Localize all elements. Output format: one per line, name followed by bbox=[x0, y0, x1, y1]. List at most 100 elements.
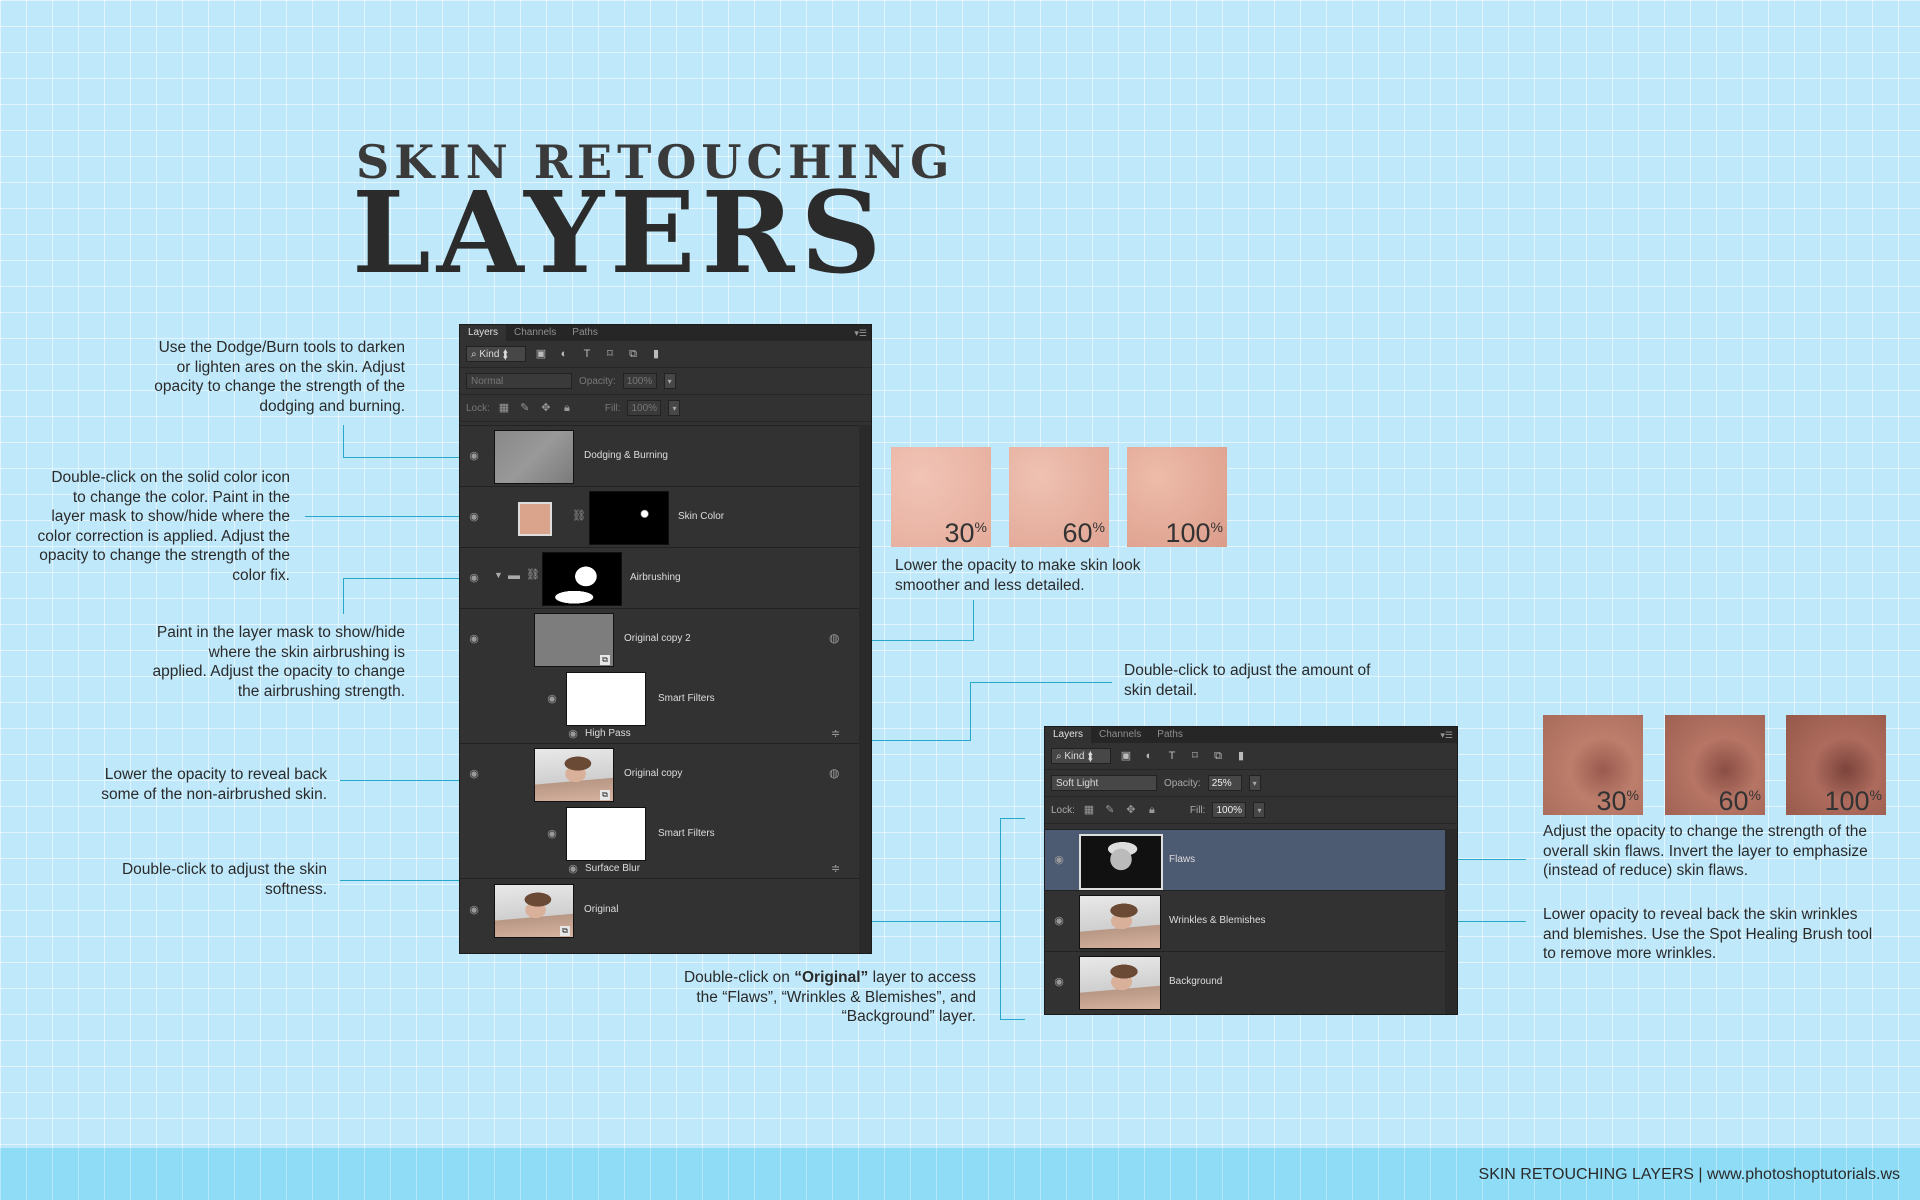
fill-dropdown-icon[interactable]: ▾ bbox=[1253, 802, 1266, 818]
filter-kind-select[interactable]: ⌕ Kind ⬍ bbox=[1051, 748, 1111, 764]
layer-flaws[interactable]: ◉ Flaws bbox=[1045, 829, 1445, 890]
layer-name: Airbrushing bbox=[630, 572, 681, 583]
fill-dropdown-icon[interactable]: ▾ bbox=[668, 400, 681, 416]
filter-toggle-icon[interactable]: ▮ bbox=[1233, 748, 1249, 764]
flaw-sample-100: 100% bbox=[1786, 715, 1886, 815]
fill-field[interactable]: 100% bbox=[627, 400, 662, 416]
tab-channels[interactable]: Channels bbox=[1091, 727, 1149, 743]
shape-filter-icon[interactable]: ⌑ bbox=[1187, 748, 1203, 764]
smart-filter-mask-thumbnail[interactable] bbox=[566, 672, 646, 726]
type-filter-icon[interactable]: T bbox=[579, 346, 595, 362]
eye-icon[interactable]: ◉ bbox=[467, 573, 481, 584]
annotation-original-prefix: Double-click on bbox=[683, 969, 795, 986]
type-filter-icon[interactable]: T bbox=[1164, 748, 1180, 764]
layer-mask-thumbnail[interactable] bbox=[589, 491, 669, 545]
eye-icon[interactable]: ◉ bbox=[545, 829, 559, 840]
annotation-airbrush: Paint in the layer mask to show/hide whe… bbox=[152, 624, 406, 700]
layer-original-copy-2[interactable]: ◉ ⧉ Original copy 2 ◍ bbox=[460, 608, 859, 669]
layer-list: ◉ Flaws ◉ Wrinkles & Blemishes ◉ Backgro… bbox=[1045, 829, 1457, 1014]
smart-filter-mask-icon[interactable]: ◍ bbox=[829, 766, 839, 780]
filter-toggle-icon[interactable]: ▮ bbox=[648, 346, 664, 362]
panel-menu-icon[interactable]: ▾☰ bbox=[1440, 730, 1453, 741]
layer-mask-thumbnail[interactable] bbox=[542, 552, 622, 606]
eye-icon[interactable]: ◉ bbox=[1052, 855, 1066, 866]
fill-label: Fill: bbox=[604, 402, 621, 414]
smart-object-filter-icon[interactable]: ⧉ bbox=[625, 346, 641, 362]
panel-menu-icon[interactable]: ▾☰ bbox=[854, 328, 867, 339]
adjustment-filter-icon[interactable]: ◐ bbox=[556, 346, 572, 362]
eye-icon[interactable]: ◉ bbox=[566, 729, 580, 740]
lock-transparent-icon[interactable]: ▦ bbox=[497, 401, 511, 415]
smart-filters-row[interactable]: ◉ Smart Filters ◉ Surface Blur ≑ bbox=[460, 804, 859, 877]
eye-icon[interactable]: ◉ bbox=[467, 512, 481, 523]
filter-toolbar: ⌕ Kind ⬍ ▣ ◐ T ⌑ ⧉ ▮ bbox=[460, 341, 871, 368]
layer-name: Original copy bbox=[624, 768, 683, 779]
blend-mode-select[interactable]: Soft Light bbox=[1051, 775, 1157, 791]
tab-paths[interactable]: Paths bbox=[564, 325, 606, 341]
lock-brush-icon[interactable]: ✎ bbox=[1103, 803, 1117, 817]
link-icon[interactable]: ⛓ bbox=[572, 509, 586, 523]
lock-transparent-icon[interactable]: ▦ bbox=[1082, 803, 1096, 817]
layer-group-airbrushing[interactable]: ◉ ▼ ▬ ⛓ Airbrushing bbox=[460, 547, 859, 608]
layer-list-scrollbar[interactable] bbox=[1445, 829, 1457, 1014]
blending-options-icon[interactable]: ≑ bbox=[831, 862, 840, 875]
opacity-field[interactable]: 25% bbox=[1207, 775, 1242, 791]
lock-all-icon[interactable]: 🔒︎ bbox=[1145, 803, 1159, 817]
smart-object-icon: ⧉ bbox=[600, 655, 610, 665]
tab-layers[interactable]: Layers bbox=[1045, 727, 1092, 743]
blending-options-icon[interactable]: ≑ bbox=[831, 727, 840, 740]
group-expand-icon[interactable]: ▼ bbox=[494, 570, 503, 580]
filter-kind-select[interactable]: ⌕ Kind ⬍ bbox=[466, 346, 526, 362]
layer-original-copy[interactable]: ◉ ⧉ Original copy ◍ bbox=[460, 743, 859, 804]
folder-icon: ▬ bbox=[508, 568, 520, 582]
eye-icon[interactable]: ◉ bbox=[467, 634, 481, 645]
link-icon[interactable]: ⛓ bbox=[526, 568, 540, 581]
leader-line bbox=[1000, 818, 1025, 819]
adjustment-filter-icon[interactable]: ◐ bbox=[1141, 748, 1157, 764]
eye-icon[interactable]: ◉ bbox=[467, 905, 481, 916]
annotation-skin-color: Double-click on the solid color icon to … bbox=[37, 469, 290, 584]
fill-field[interactable]: 100% bbox=[1212, 802, 1247, 818]
eye-icon[interactable]: ◉ bbox=[1052, 977, 1066, 988]
eye-icon[interactable]: ◉ bbox=[1052, 916, 1066, 927]
filter-high-pass[interactable]: High Pass bbox=[585, 728, 631, 739]
smart-filter-mask-icon[interactable]: ◍ bbox=[829, 631, 839, 645]
smart-filter-mask-thumbnail[interactable] bbox=[566, 807, 646, 861]
percent-label: 30% bbox=[1597, 788, 1640, 815]
leader-line bbox=[305, 516, 476, 517]
layer-skin-color[interactable]: ◉ ⛓ Skin Color bbox=[460, 486, 859, 547]
eye-icon[interactable]: ◉ bbox=[467, 451, 481, 462]
layer-name: Original bbox=[584, 904, 619, 915]
layer-background[interactable]: ◉ Background bbox=[1045, 951, 1445, 1012]
image-filter-icon[interactable]: ▣ bbox=[1118, 748, 1134, 764]
tab-channels[interactable]: Channels bbox=[506, 325, 564, 341]
lock-label: Lock: bbox=[1051, 804, 1075, 816]
solid-color-swatch[interactable] bbox=[518, 502, 552, 536]
layer-original[interactable]: ◉ ⧉ Original bbox=[460, 878, 859, 941]
blend-mode-select[interactable]: Normal bbox=[466, 373, 572, 389]
shape-filter-icon[interactable]: ⌑ bbox=[602, 346, 618, 362]
tab-paths[interactable]: Paths bbox=[1149, 727, 1191, 743]
percent-sign: % bbox=[1092, 519, 1105, 535]
opacity-dropdown-icon[interactable]: ▾ bbox=[663, 373, 676, 389]
lock-move-icon[interactable]: ✥ bbox=[1124, 803, 1138, 817]
lock-all-icon[interactable]: 🔒︎ bbox=[560, 401, 574, 415]
lock-move-icon[interactable]: ✥ bbox=[539, 401, 553, 415]
lock-brush-icon[interactable]: ✎ bbox=[518, 401, 532, 415]
eye-icon[interactable]: ◉ bbox=[467, 769, 481, 780]
tab-layers[interactable]: Layers bbox=[460, 325, 507, 341]
filter-toolbar: ⌕ Kind ⬍ ▣ ◐ T ⌑ ⧉ ▮ bbox=[1045, 743, 1457, 770]
eye-icon[interactable]: ◉ bbox=[545, 694, 559, 705]
image-filter-icon[interactable]: ▣ bbox=[533, 346, 549, 362]
eye-icon[interactable]: ◉ bbox=[566, 864, 580, 875]
opacity-field[interactable]: 100% bbox=[622, 373, 657, 389]
layer-wrinkles-blemishes[interactable]: ◉ Wrinkles & Blemishes bbox=[1045, 890, 1445, 951]
percent-value: 60 bbox=[1062, 518, 1093, 548]
smart-filters-row[interactable]: ◉ Smart Filters ◉ High Pass ≑ bbox=[460, 669, 859, 742]
filter-surface-blur[interactable]: Surface Blur bbox=[585, 863, 640, 874]
layer-dodging-burning[interactable]: ◉ Dodging & Burning bbox=[460, 425, 859, 486]
annotation-dodge-burn: Use the Dodge/Burn tools to darken or li… bbox=[154, 339, 405, 415]
layer-list-scrollbar[interactable] bbox=[859, 425, 871, 953]
opacity-dropdown-icon[interactable]: ▾ bbox=[1248, 775, 1261, 791]
smart-object-filter-icon[interactable]: ⧉ bbox=[1210, 748, 1226, 764]
